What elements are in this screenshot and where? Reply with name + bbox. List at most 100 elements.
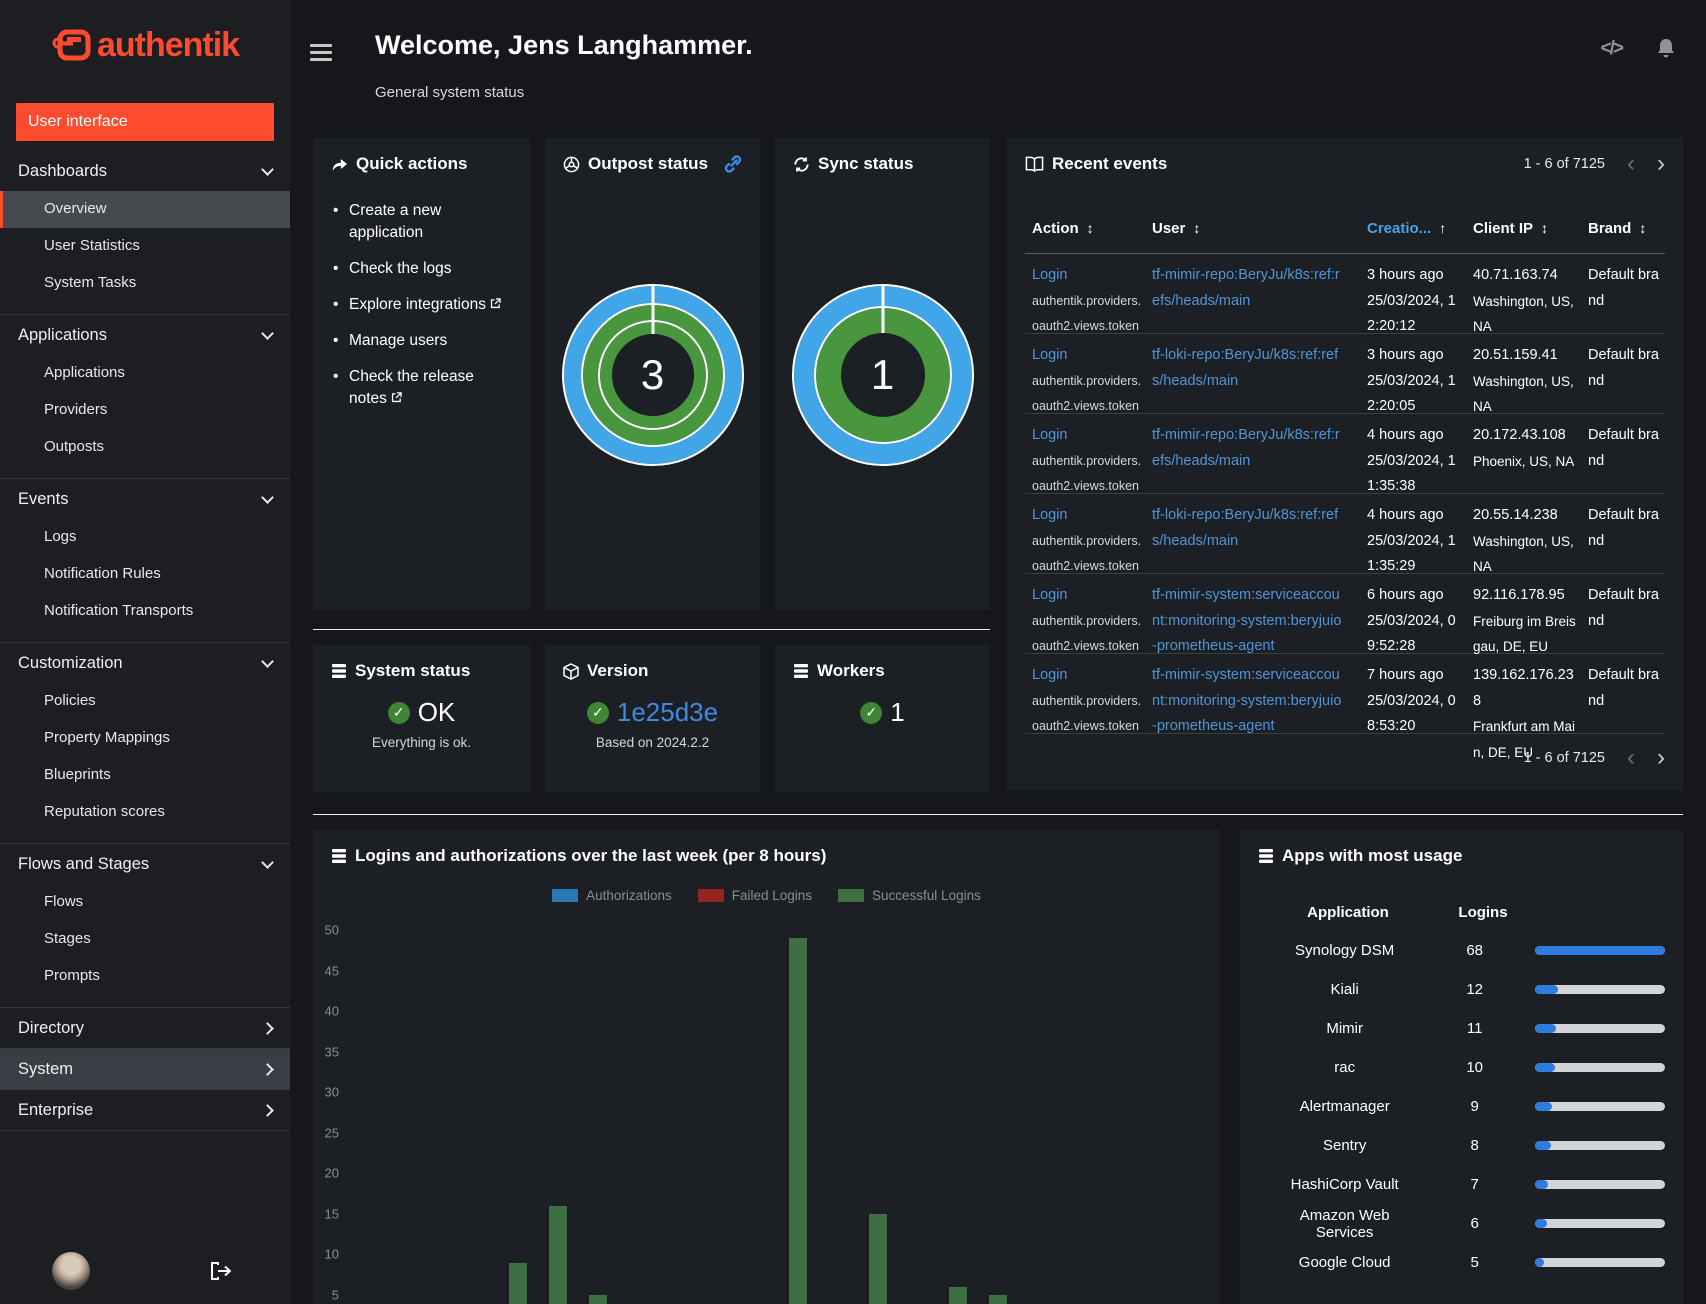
sidebar-item-property-mappings[interactable]: Property Mappings: [0, 720, 290, 757]
sidebar-item-notification-transports[interactable]: Notification Transports: [0, 593, 290, 630]
event-action-link[interactable]: Login: [1032, 267, 1067, 283]
sidebar-group-system[interactable]: System: [0, 1049, 290, 1089]
event-age: 4 hours ago: [1367, 427, 1444, 443]
events-col-action[interactable]: Action ↕: [1032, 220, 1094, 237]
event-action-link[interactable]: Login: [1032, 587, 1067, 603]
logins-chart-card: Logins and authorizations over the last …: [313, 830, 1220, 1304]
sidebar-item-policies[interactable]: Policies: [0, 683, 290, 720]
sidebar-item-user-statistics[interactable]: User Statistics: [0, 228, 290, 265]
sidebar-group-customization[interactable]: Customization: [0, 643, 290, 683]
event-user-link[interactable]: tf-mimir-system:serviceaccount:monitorin…: [1152, 583, 1344, 660]
sidebar-group-flows-and-stages[interactable]: Flows and Stages: [0, 844, 290, 884]
y-axis-tick: 40: [324, 1003, 339, 1019]
sort-icon[interactable]: ↑: [1439, 220, 1446, 236]
events-table-header: Action ↕ User ↕ Creatio... ↑ Client IP ↕ Brand ↕: [1025, 220, 1665, 254]
event-geo: Washington, US, NA: [1473, 533, 1574, 575]
chevron-down-icon: [261, 326, 274, 340]
event-age: 3 hours ago: [1367, 267, 1444, 283]
sidebar-item-flows[interactable]: Flows: [0, 884, 290, 921]
app-logins: 12: [1466, 981, 1483, 998]
event-action-link[interactable]: Login: [1032, 347, 1067, 363]
sidebar-group-applications[interactable]: Applications: [0, 315, 290, 355]
event-user-link[interactable]: tf-loki-repo:BeryJu/k8s:ref:refs/heads/m…: [1152, 503, 1344, 554]
quick-action-manage-users[interactable]: Manage users: [331, 330, 512, 352]
quick-action-check-the-logs[interactable]: Check the logs: [331, 258, 512, 280]
system-status-title: System status: [355, 661, 471, 680]
version-value[interactable]: 1e25d3e: [617, 697, 718, 728]
apps-row-rac: rac 10: [1258, 1048, 1665, 1087]
sort-icon[interactable]: ↕: [1639, 220, 1646, 236]
event-brand-cell: Default brand: [1588, 667, 1659, 709]
prev-page-icon[interactable]: ‹: [1627, 152, 1635, 176]
sidebar-item-outposts[interactable]: Outposts: [0, 429, 290, 466]
apps-usage-table: Application Logins Synology DSM 68 Kiali 12…: [1258, 904, 1665, 1282]
app-usage-bar: [1535, 946, 1665, 955]
y-axis-tick: 50: [324, 922, 339, 938]
quick-action-check-the-release-notes[interactable]: Check the release notes: [331, 366, 512, 410]
event-datetime: 25/03/2024, 11:35:29: [1367, 532, 1456, 575]
quick-action-create-a-new-application[interactable]: Create a new application: [331, 200, 512, 244]
sign-out-icon[interactable]: [210, 1261, 232, 1281]
sidebar-item-overview[interactable]: Overview: [0, 191, 290, 228]
y-axis-tick: 15: [324, 1206, 339, 1222]
app-usage-bar: [1535, 1141, 1665, 1150]
chart-bar: [949, 1286, 967, 1304]
app-name: Kiali: [1330, 981, 1359, 998]
code-icon[interactable]: </>: [1601, 38, 1625, 60]
event-clientip-cell: 139.162.176.238 Frankfurt am Main, DE, EU: [1473, 663, 1579, 765]
menu-icon[interactable]: [310, 44, 332, 65]
sort-icon[interactable]: ↕: [1087, 220, 1094, 236]
app-name: Synology DSM: [1295, 942, 1395, 959]
event-action-link[interactable]: Login: [1032, 667, 1067, 683]
sidebar-group-events[interactable]: Events: [0, 479, 290, 519]
event-clientip-cell: 92.116.178.95 Freiburg im Breisgau, DE, E…: [1473, 583, 1579, 660]
sort-icon[interactable]: ↕: [1541, 220, 1548, 236]
event-user-link[interactable]: tf-mimir-system:serviceaccount:monitorin…: [1152, 663, 1344, 740]
sidebar-item-blueprints[interactable]: Blueprints: [0, 757, 290, 794]
bell-icon[interactable]: [1656, 38, 1676, 60]
event-action-link[interactable]: Login: [1032, 507, 1067, 523]
system-status-note: Everything is ok.: [371, 735, 472, 750]
event-ip: 20.172.43.108: [1473, 427, 1566, 443]
next-page-icon[interactable]: ›: [1657, 152, 1665, 176]
event-user-link[interactable]: tf-loki-repo:BeryJu/k8s:ref:refs/heads/m…: [1152, 343, 1344, 394]
sidebar-item-providers[interactable]: Providers: [0, 392, 290, 429]
app-usage-bar: [1535, 1102, 1665, 1111]
sidebar-group-directory[interactable]: Directory: [0, 1008, 290, 1048]
sidebar-item-applications[interactable]: Applications: [0, 355, 290, 392]
event-user-link[interactable]: tf-mimir-repo:BeryJu/k8s:ref:refs/heads/…: [1152, 263, 1344, 314]
sidebar-item-reputation-scores[interactable]: Reputation scores: [0, 794, 290, 831]
events-col-creatio-[interactable]: Creatio... ↑: [1367, 220, 1446, 237]
sidebar-item-logs[interactable]: Logs: [0, 519, 290, 556]
next-page-icon-bottom[interactable]: ›: [1657, 746, 1665, 770]
nav-group-label: Enterprise: [18, 1100, 94, 1119]
user-interface-button[interactable]: User interface: [16, 103, 274, 141]
sidebar-group-dashboards[interactable]: Dashboards: [0, 151, 290, 191]
event-action-link[interactable]: Login: [1032, 427, 1067, 443]
events-col-brand[interactable]: Brand ↕: [1588, 220, 1646, 237]
avatar[interactable]: [52, 1252, 90, 1290]
sync-status-donut: 1: [791, 284, 974, 466]
sidebar-item-prompts[interactable]: Prompts: [0, 958, 290, 995]
sidebar-item-system-tasks[interactable]: System Tasks: [0, 265, 290, 302]
events-col-user[interactable]: User ↕: [1152, 220, 1200, 237]
event-user-link[interactable]: tf-mimir-repo:BeryJu/k8s:ref:refs/heads/…: [1152, 423, 1344, 474]
sidebar-group-enterprise[interactable]: Enterprise: [0, 1090, 290, 1130]
apps-row-sentry: Sentry 8: [1258, 1126, 1665, 1165]
link-icon[interactable]: [724, 155, 742, 173]
sidebar-item-notification-rules[interactable]: Notification Rules: [0, 556, 290, 593]
chevron-right-icon: [261, 1103, 274, 1117]
event-brand-cell: Default brand: [1588, 347, 1659, 389]
event-datetime: 25/03/2024, 09:52:28: [1367, 612, 1456, 655]
quick-action-explore-integrations[interactable]: Explore integrations: [331, 294, 512, 316]
cube-icon: [563, 662, 579, 680]
prev-page-icon-bottom[interactable]: ‹: [1627, 746, 1635, 770]
chart-bar: [789, 938, 807, 1304]
event-ip: 20.51.159.41: [1473, 347, 1558, 363]
sidebar-item-stages[interactable]: Stages: [0, 921, 290, 958]
chart-bar: [509, 1262, 527, 1304]
events-table-body: Login authentik.providers.oauth2.views.to…: [1025, 254, 1665, 760]
sort-icon[interactable]: ↕: [1193, 220, 1200, 236]
event-action-cell: Login authentik.providers.oauth2.views.to…: [1032, 583, 1142, 660]
events-col-client-ip[interactable]: Client IP ↕: [1473, 220, 1548, 237]
